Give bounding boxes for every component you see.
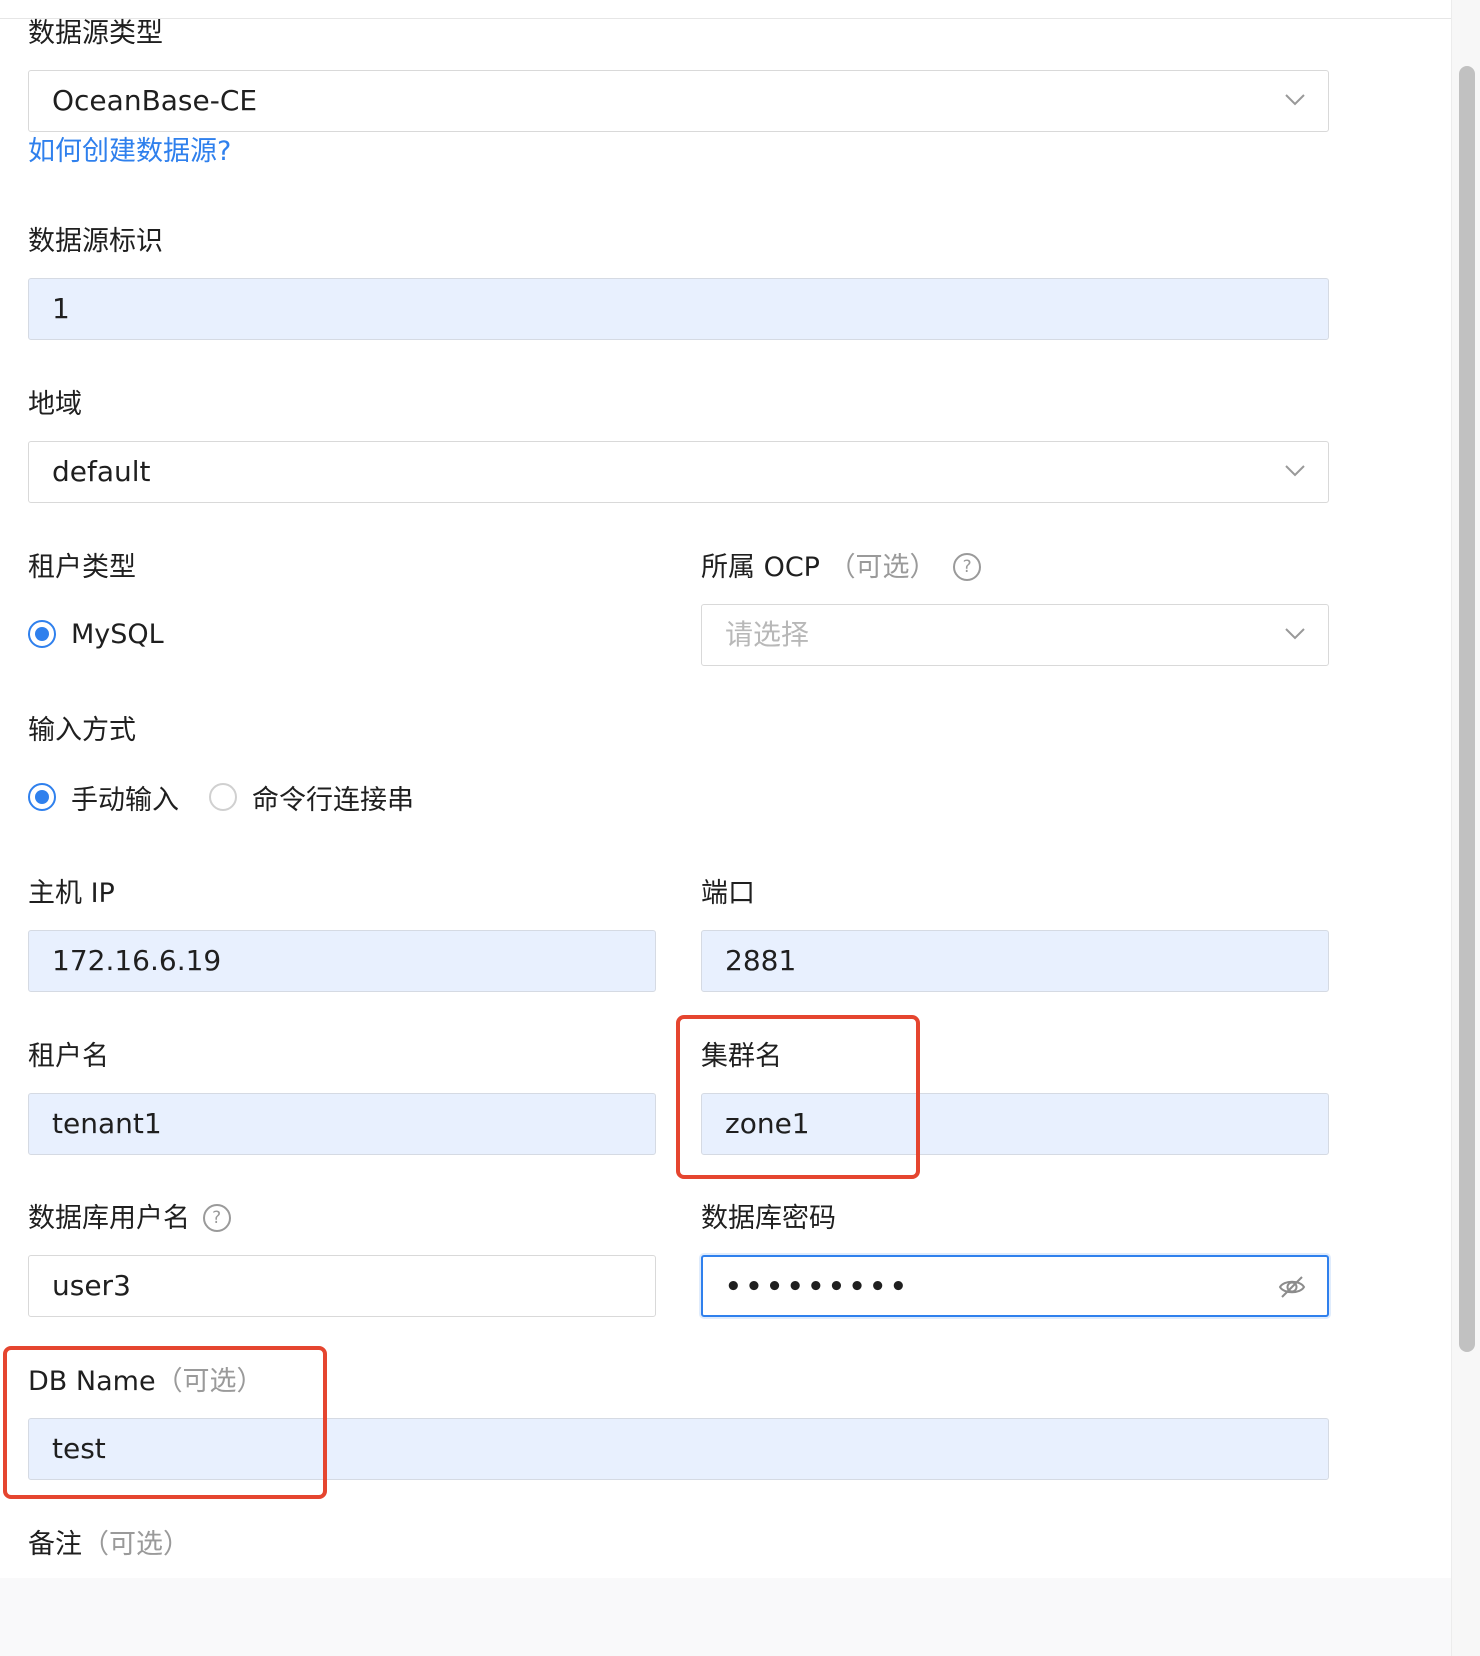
db-username-value: user3 bbox=[52, 1269, 131, 1302]
question-circle-icon[interactable]: ? bbox=[202, 1203, 231, 1232]
db-username-input[interactable]: user3 bbox=[28, 1255, 656, 1317]
host-ip-value: 172.16.6.19 bbox=[52, 944, 222, 977]
radio-indicator bbox=[209, 783, 237, 811]
datasource-type-value: OceanBase-CE bbox=[52, 84, 258, 117]
tenant-type-label: 租户类型 bbox=[28, 552, 136, 583]
radio-manual-input-label: 手动输入 bbox=[71, 784, 179, 816]
radio-mysql-label: MySQL bbox=[71, 618, 164, 650]
tenant-type-radio-group: MySQL bbox=[28, 614, 194, 654]
radio-mysql[interactable]: MySQL bbox=[28, 619, 164, 650]
tenant-name-label: 租户名 bbox=[28, 1041, 109, 1072]
remark-optional-text: （可选） bbox=[82, 1529, 190, 1560]
region-label: 地域 bbox=[28, 389, 82, 420]
input-mode-radio-group: 手动输入 命令行连接串 bbox=[28, 777, 444, 817]
radio-command-line-string-label: 命令行连接串 bbox=[252, 784, 414, 816]
annotation-box-cluster-name bbox=[676, 1015, 920, 1179]
datasource-id-input[interactable]: 1 bbox=[28, 278, 1329, 340]
top-divider bbox=[0, 0, 1451, 19]
chevron-down-icon bbox=[1285, 628, 1305, 640]
question-circle-icon[interactable]: ? bbox=[953, 552, 982, 581]
remark-label: 备注（可选） bbox=[28, 1527, 190, 1563]
how-to-create-datasource-link[interactable]: 如何创建数据源? bbox=[28, 134, 231, 170]
ocp-label: 所属 OCP （可选） ? bbox=[701, 550, 982, 586]
datasource-id-label: 数据源标识 bbox=[28, 226, 163, 257]
datasource-type-select[interactable]: OceanBase-CE bbox=[28, 70, 1329, 132]
scrollbar-thumb[interactable] bbox=[1459, 66, 1475, 1352]
form-footer-area bbox=[0, 1578, 1451, 1656]
ocp-placeholder: 请选择 bbox=[725, 618, 810, 651]
tenant-name-value: tenant1 bbox=[52, 1107, 162, 1140]
db-username-label: 数据库用户名 ? bbox=[28, 1201, 231, 1237]
remark-label-text: 备注 bbox=[28, 1529, 82, 1560]
eye-invisible-icon[interactable] bbox=[1277, 1272, 1307, 1302]
db-password-value: ••••••••• bbox=[725, 1272, 911, 1302]
host-ip-label: 主机 IP bbox=[28, 878, 115, 909]
port-value: 2881 bbox=[725, 944, 797, 977]
datasource-type-label: 数据源类型 bbox=[28, 18, 163, 49]
port-input[interactable]: 2881 bbox=[701, 930, 1329, 992]
radio-indicator bbox=[28, 620, 56, 648]
radio-indicator bbox=[28, 783, 56, 811]
db-password-label: 数据库密码 bbox=[701, 1203, 836, 1234]
db-username-label-text: 数据库用户名 bbox=[28, 1203, 190, 1234]
radio-command-line-string[interactable]: 命令行连接串 bbox=[209, 778, 414, 817]
region-value: default bbox=[52, 455, 151, 488]
chevron-down-icon bbox=[1285, 465, 1305, 477]
ocp-optional-text: （可选） bbox=[828, 552, 937, 583]
tenant-name-input[interactable]: tenant1 bbox=[28, 1093, 656, 1155]
host-ip-input[interactable]: 172.16.6.19 bbox=[28, 930, 656, 992]
radio-manual-input[interactable]: 手动输入 bbox=[28, 778, 179, 817]
region-select[interactable]: default bbox=[28, 441, 1329, 503]
annotation-box-db-name bbox=[3, 1346, 327, 1499]
input-mode-label: 输入方式 bbox=[28, 715, 136, 746]
chevron-down-icon bbox=[1285, 94, 1305, 106]
datasource-id-value: 1 bbox=[52, 292, 70, 325]
port-label: 端口 bbox=[701, 878, 755, 909]
db-password-input[interactable]: ••••••••• bbox=[701, 1255, 1329, 1317]
ocp-select[interactable]: 请选择 bbox=[701, 604, 1329, 666]
ocp-label-text: 所属 OCP bbox=[701, 552, 820, 583]
